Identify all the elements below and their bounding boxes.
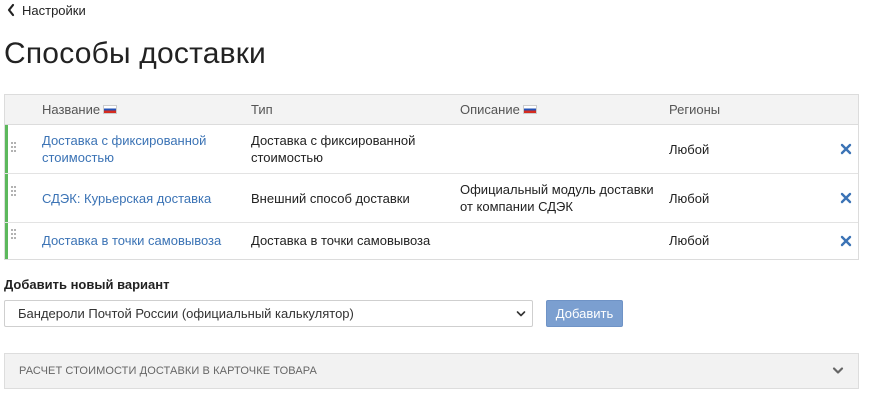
column-header-regions-label: Регионы	[669, 102, 721, 117]
shipping-method-select[interactable]: Бандероли Почтой России (официальный кал…	[4, 300, 533, 327]
table-row: СДЭК: Курьерская доставка Внешний способ…	[5, 174, 858, 223]
close-icon[interactable]	[840, 143, 852, 155]
active-indicator	[5, 223, 8, 259]
method-type: Доставка с фиксированной стоимостью	[251, 133, 416, 165]
back-link-label: Настройки	[22, 2, 86, 18]
method-type: Внешний способ доставки	[251, 191, 410, 206]
add-button[interactable]: Добавить	[546, 300, 623, 327]
active-indicator	[5, 174, 8, 222]
method-name-link[interactable]: Доставка с фиксированной стоимостью	[42, 132, 232, 166]
drag-handle-icon[interactable]	[11, 229, 17, 241]
drag-handle-icon[interactable]	[11, 186, 17, 198]
back-link[interactable]: Настройки	[6, 2, 86, 18]
shipping-cost-accordion[interactable]: РАСЧЕТ СТОИМОСТИ ДОСТАВКИ В КАРТОЧКЕ ТОВ…	[4, 353, 859, 389]
column-header-regions: Регионы	[669, 102, 720, 117]
chevron-down-icon	[516, 311, 526, 317]
accordion-label: РАСЧЕТ СТОИМОСТИ ДОСТАВКИ В КАРТОЧКЕ ТОВ…	[19, 365, 317, 377]
chevron-left-icon	[7, 3, 15, 17]
column-header-type: Тип	[251, 102, 273, 117]
table-row: Доставка в точки самовывоза Доставка в т…	[5, 223, 858, 259]
page-title: Способы доставки	[4, 37, 266, 70]
method-name-link[interactable]: СДЭК: Курьерская доставка	[42, 190, 242, 207]
column-header-description-label: Описание	[460, 102, 520, 117]
column-header-name-label: Название	[42, 102, 101, 117]
add-new-variant-label: Добавить новый вариант	[4, 277, 170, 292]
method-description: Официальный модуль доставки от компании …	[460, 182, 654, 214]
method-regions: Любой	[669, 233, 710, 248]
method-name-link[interactable]: Доставка в точки самовывоза	[42, 232, 242, 249]
russian-flag-icon	[522, 105, 537, 114]
russian-flag-icon	[103, 105, 118, 114]
column-header-description: Описание	[460, 102, 537, 117]
active-indicator	[5, 125, 8, 173]
column-header-type-label: Тип	[251, 102, 273, 117]
shipping-methods-table: Название Тип Описание Регионы Доставка с…	[4, 94, 859, 260]
close-icon[interactable]	[840, 192, 852, 204]
method-regions: Любой	[669, 142, 710, 157]
column-header-name: Название	[42, 102, 118, 117]
method-regions: Любой	[669, 191, 710, 206]
drag-handle-icon[interactable]	[11, 142, 17, 154]
select-value: Бандероли Почтой России (официальный кал…	[18, 306, 354, 321]
close-icon[interactable]	[840, 235, 852, 247]
table-row: Доставка с фиксированной стоимостью Дост…	[5, 125, 858, 174]
method-type: Доставка в точки самовывоза	[251, 233, 431, 248]
table-header: Название Тип Описание Регионы	[5, 95, 858, 125]
chevron-down-icon	[832, 367, 844, 374]
